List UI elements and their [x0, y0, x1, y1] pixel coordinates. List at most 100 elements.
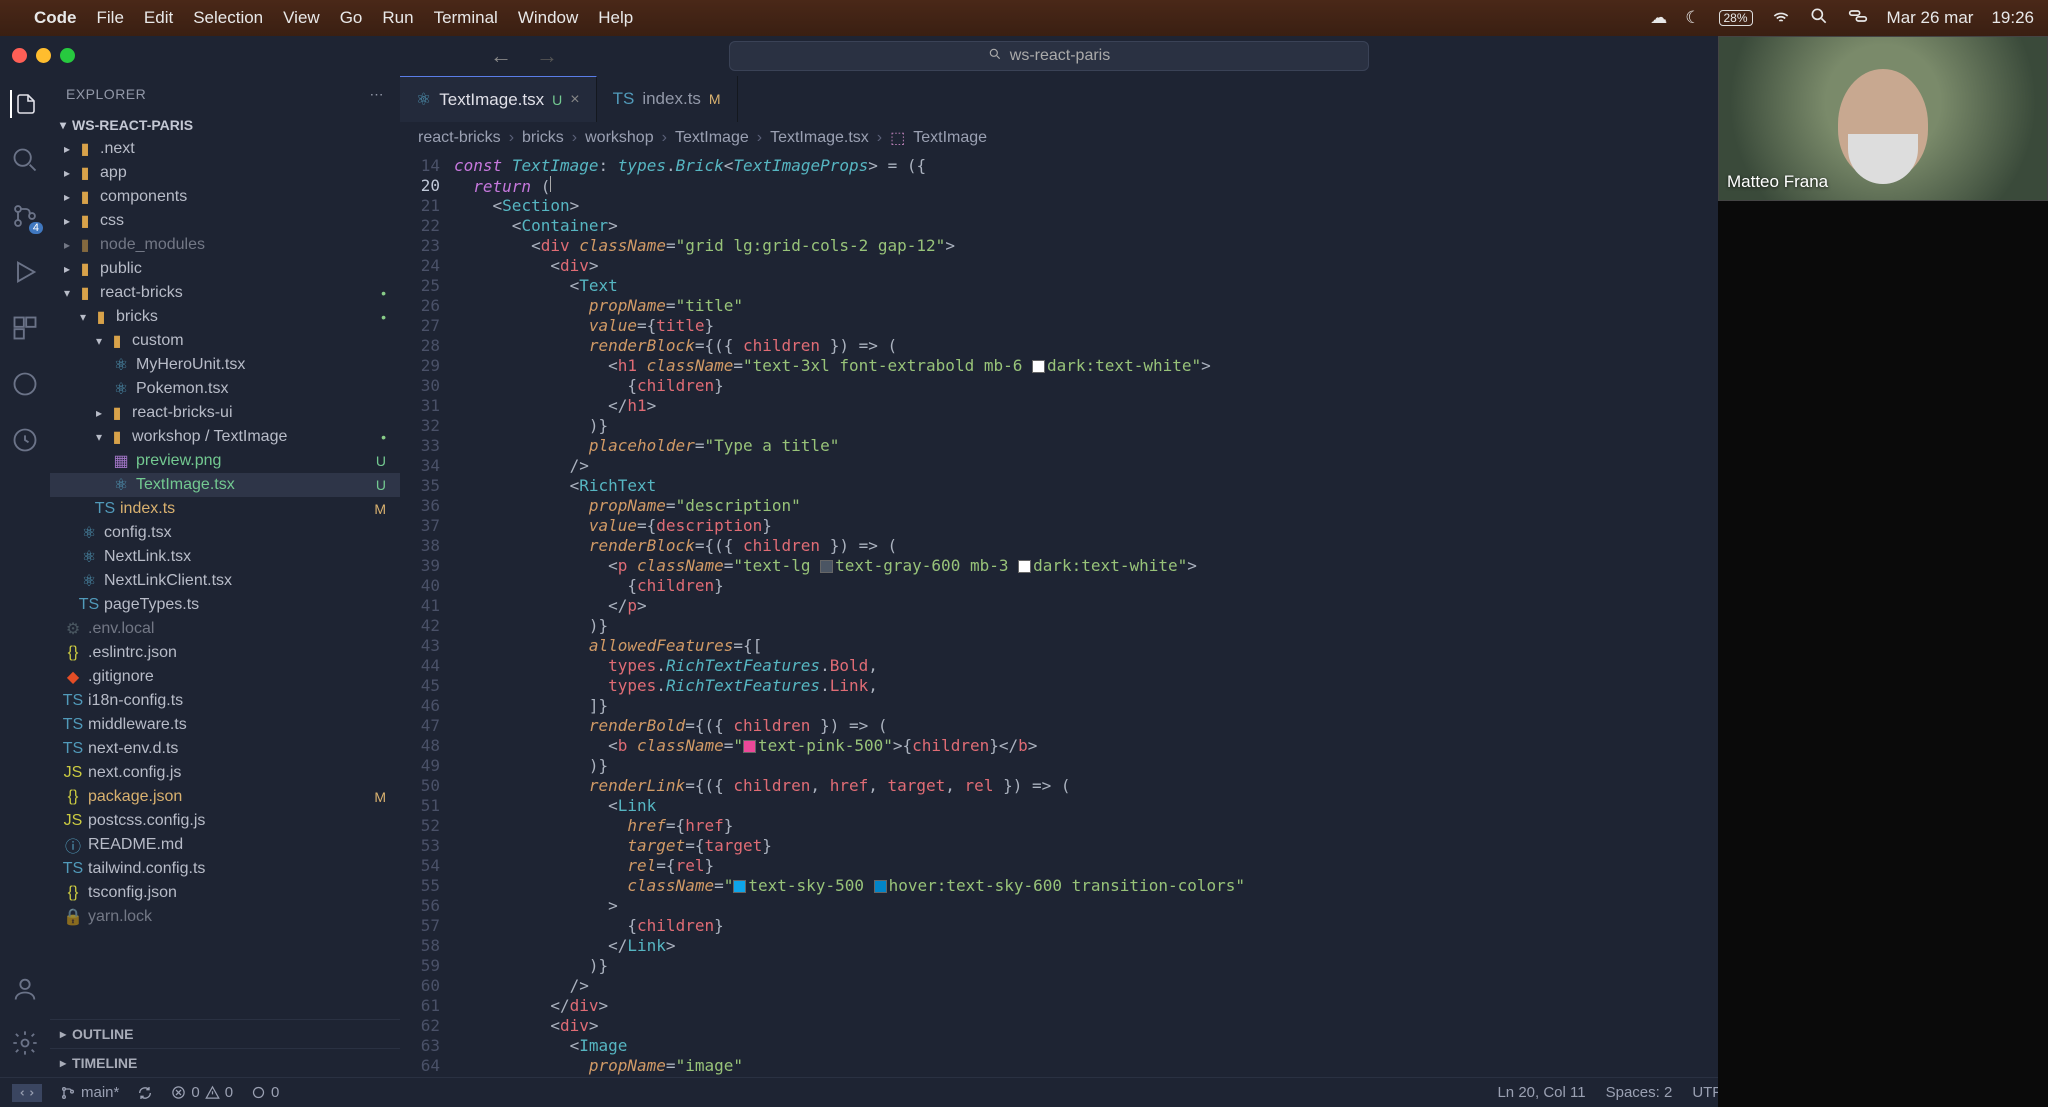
file-item[interactable]: ⚛TextImage.tsxU — [50, 473, 400, 497]
file-icon: ⓘ — [64, 833, 82, 857]
battery-indicator[interactable]: 28% — [1719, 10, 1753, 26]
menubar-time[interactable]: 19:26 — [1991, 8, 2034, 28]
activity-explorer-icon[interactable] — [10, 90, 38, 118]
file-item[interactable]: ⚛MyHeroUnit.tsx — [50, 353, 400, 377]
editor-tab[interactable]: ⚛TextImage.tsxU× — [400, 76, 597, 122]
outline-section[interactable]: ▸ OUTLINE — [50, 1019, 400, 1048]
file-icon: ⚛ — [416, 90, 431, 110]
command-center-search[interactable]: ws-react-paris — [729, 41, 1369, 71]
breadcrumb-segment[interactable]: TextImage — [675, 129, 749, 147]
file-item[interactable]: JSpostcss.config.js — [50, 809, 400, 833]
moon-icon[interactable]: ☾ — [1685, 8, 1700, 28]
activity-remote-icon[interactable] — [11, 370, 39, 398]
file-item[interactable]: TSpageTypes.ts — [50, 593, 400, 617]
file-icon: ▦ — [112, 451, 130, 471]
item-label: next.config.js — [88, 764, 181, 782]
item-label: .eslintrc.json — [88, 644, 177, 662]
indentation[interactable]: Spaces: 2 — [1606, 1084, 1673, 1101]
nav-back-icon[interactable]: ← — [490, 43, 512, 69]
window-minimize-button[interactable] — [36, 48, 51, 63]
file-item[interactable]: {}package.jsonM — [50, 785, 400, 809]
file-item[interactable]: TSmiddleware.ts — [50, 713, 400, 737]
folder-item[interactable]: ▾▮react-bricks• — [50, 281, 400, 305]
file-item[interactable]: ◆.gitignore — [50, 665, 400, 689]
file-icon: ⚙ — [64, 619, 82, 639]
folder-item[interactable]: ▸▮node_modules — [50, 233, 400, 257]
file-item[interactable]: ⚙.env.local — [50, 617, 400, 641]
activity-source-control-icon[interactable]: 4 — [11, 202, 39, 230]
ports-indicator[interactable]: 0 — [251, 1084, 279, 1101]
app-name[interactable]: Code — [34, 8, 77, 28]
folder-item[interactable]: ▸▮react-bricks-ui — [50, 401, 400, 425]
file-item[interactable]: {}tsconfig.json — [50, 881, 400, 905]
file-item[interactable]: TSindex.tsM — [50, 497, 400, 521]
menu-window[interactable]: Window — [518, 8, 578, 28]
folder-item[interactable]: ▾▮custom — [50, 329, 400, 353]
timeline-section[interactable]: ▸ TIMELINE — [50, 1048, 400, 1077]
menu-edit[interactable]: Edit — [144, 8, 173, 28]
file-item[interactable]: TSi18n-config.ts — [50, 689, 400, 713]
activity-settings-icon[interactable] — [11, 1029, 39, 1057]
menu-help[interactable]: Help — [598, 8, 633, 28]
macos-menubar: Code File Edit Selection View Go Run Ter… — [0, 0, 2048, 36]
folder-item[interactable]: ▸▮css — [50, 209, 400, 233]
close-tab-icon[interactable]: × — [570, 91, 579, 109]
breadcrumb-segment[interactable]: bricks — [522, 129, 564, 147]
activity-run-debug-icon[interactable] — [11, 258, 39, 286]
breadcrumb-segment[interactable]: react-bricks — [418, 129, 501, 147]
file-item[interactable]: TSnext-env.d.ts — [50, 737, 400, 761]
menubar-date[interactable]: Mar 26 mar — [1887, 8, 1974, 28]
item-label: bricks — [116, 308, 158, 326]
file-item[interactable]: TStailwind.config.ts — [50, 857, 400, 881]
menu-go[interactable]: Go — [340, 8, 363, 28]
file-item[interactable]: JSnext.config.js — [50, 761, 400, 785]
wifi-icon[interactable] — [1771, 6, 1791, 31]
control-center-icon[interactable] — [1847, 6, 1869, 31]
file-item[interactable]: 🔒yarn.lock — [50, 905, 400, 929]
activity-extensions-icon[interactable] — [11, 314, 39, 342]
file-item[interactable]: ⚛NextLink.tsx — [50, 545, 400, 569]
sidebar-title: EXPLORER — [66, 86, 146, 103]
breadcrumb-segment[interactable]: TextImage.tsx — [770, 129, 869, 147]
menu-run[interactable]: Run — [382, 8, 413, 28]
problems-indicator[interactable]: 0 0 — [171, 1084, 233, 1101]
remote-indicator[interactable] — [12, 1084, 42, 1102]
file-item[interactable]: {}.eslintrc.json — [50, 641, 400, 665]
menu-terminal[interactable]: Terminal — [434, 8, 498, 28]
item-label: index.ts — [120, 500, 175, 518]
folder-item[interactable]: ▸▮.next — [50, 137, 400, 161]
file-item[interactable]: ⓘREADME.md — [50, 833, 400, 857]
breadcrumb-segment[interactable]: TextImage — [913, 129, 987, 147]
folder-item[interactable]: ▸▮app — [50, 161, 400, 185]
window-close-button[interactable] — [12, 48, 27, 63]
file-item[interactable]: ⚛Pokemon.tsx — [50, 377, 400, 401]
file-item[interactable]: ⚛NextLinkClient.tsx — [50, 569, 400, 593]
item-label: components — [100, 188, 187, 206]
git-status: U — [376, 453, 386, 469]
file-icon: ⚛ — [112, 475, 130, 495]
folder-item[interactable]: ▾▮workshop / TextImage• — [50, 425, 400, 449]
workspace-header[interactable]: ▾ WS-REACT-PARIS — [50, 113, 400, 137]
sidebar-more-icon[interactable]: ⋯ — [370, 86, 385, 103]
editor-tab[interactable]: TSindex.tsM — [597, 76, 738, 122]
window-maximize-button[interactable] — [60, 48, 75, 63]
activity-search-icon[interactable] — [11, 146, 39, 174]
menu-selection[interactable]: Selection — [193, 8, 263, 28]
folder-item[interactable]: ▾▮bricks• — [50, 305, 400, 329]
breadcrumb-segment[interactable]: workshop — [585, 129, 653, 147]
cloud-icon[interactable]: ☁ — [1650, 8, 1667, 28]
menu-view[interactable]: View — [283, 8, 320, 28]
nav-forward-icon[interactable]: → — [536, 43, 558, 69]
git-branch[interactable]: main* — [60, 1084, 119, 1101]
activity-accounts-icon[interactable] — [11, 975, 39, 1003]
folder-item[interactable]: ▸▮components — [50, 185, 400, 209]
file-item[interactable]: ▦preview.pngU — [50, 449, 400, 473]
file-item[interactable]: ⚛config.tsx — [50, 521, 400, 545]
search-icon[interactable] — [1809, 6, 1829, 31]
menu-file[interactable]: File — [97, 8, 124, 28]
git-sync[interactable] — [137, 1085, 153, 1101]
webcam-overlay: Matteo Frana — [1718, 36, 2048, 201]
folder-item[interactable]: ▸▮public — [50, 257, 400, 281]
cursor-position[interactable]: Ln 20, Col 11 — [1497, 1084, 1585, 1101]
activity-misc-icon[interactable] — [11, 426, 39, 454]
